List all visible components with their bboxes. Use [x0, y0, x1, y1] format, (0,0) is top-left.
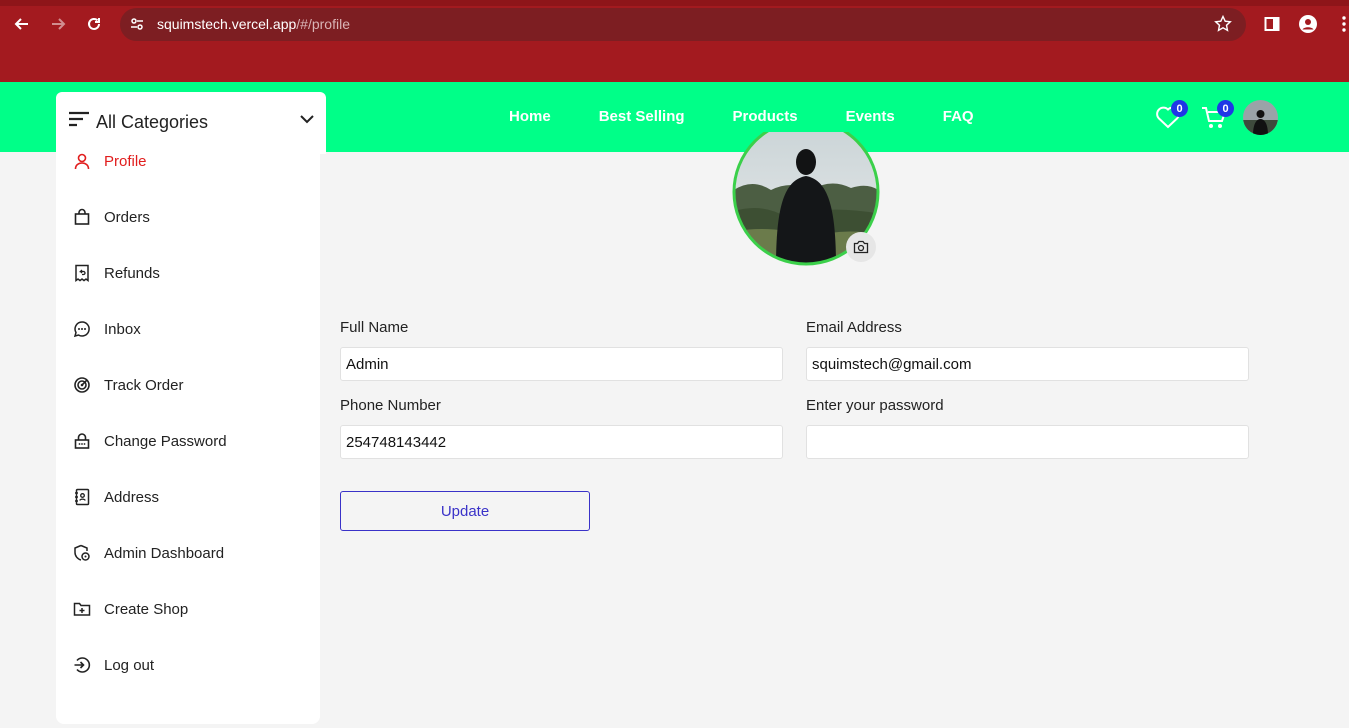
sidebar-item-label: Refunds	[104, 264, 160, 282]
sidebar-item-refunds[interactable]: Refunds	[72, 261, 160, 285]
chevron-down-icon	[298, 110, 316, 128]
wishlist-count-badge: 0	[1171, 100, 1188, 117]
sidebar-item-label: Admin Dashboard	[104, 544, 225, 562]
menu-lines-icon	[68, 110, 90, 130]
sidebar-item-orders[interactable]: Orders	[72, 205, 150, 229]
forward-icon[interactable]	[47, 13, 69, 35]
nav-home[interactable]: Home	[509, 108, 551, 125]
address-book-icon	[72, 487, 92, 507]
phone-input[interactable]	[340, 425, 783, 459]
admin-shield-icon	[72, 543, 92, 563]
url-text: squimstech.vercel.app/#/profile	[157, 16, 350, 32]
nav-faq[interactable]: FAQ	[943, 108, 974, 125]
site-settings-icon[interactable]	[128, 15, 146, 33]
lock-icon	[72, 431, 92, 451]
sidebar-item-label: Create Shop	[104, 600, 189, 618]
sidebar-item-track-order[interactable]: Track Order	[72, 373, 183, 397]
address-bar[interactable]: squimstech.vercel.app/#/profile	[120, 8, 1246, 41]
phone-label: Phone Number	[340, 397, 441, 414]
cart-count-badge: 0	[1217, 100, 1234, 117]
sidebar-item-label: Track Order	[104, 376, 184, 394]
change-photo-button[interactable]	[846, 232, 876, 262]
reload-icon[interactable]	[83, 13, 105, 35]
update-button[interactable]: Update	[340, 491, 590, 531]
browser-toolbar: squimstech.vercel.app/#/profile	[0, 0, 1349, 82]
password-input[interactable]	[806, 425, 1249, 459]
back-icon[interactable]	[11, 13, 33, 35]
url-host: squimstech.vercel.app	[157, 16, 297, 32]
user-avatar[interactable]	[1243, 100, 1278, 135]
sidebar-item-label: Inbox	[104, 320, 141, 338]
radar-icon	[72, 375, 92, 395]
main-nav: Home Best Selling Products Events FAQ	[509, 108, 1022, 125]
cart-button[interactable]: 0	[1200, 100, 1234, 132]
side-panel-icon[interactable]	[1261, 13, 1283, 35]
chat-bubble-icon	[72, 319, 92, 339]
person-icon	[72, 151, 92, 171]
sidebar-item-label: Profile	[104, 152, 147, 170]
site-header: All Categories Home Best Selling Product…	[0, 82, 1349, 154]
sidebar-item-create-shop[interactable]: Create Shop	[72, 597, 188, 621]
full-name-input[interactable]	[340, 347, 783, 381]
nav-best-selling[interactable]: Best Selling	[599, 108, 685, 125]
camera-icon	[853, 240, 869, 254]
sidebar-item-address[interactable]: Address	[72, 485, 159, 509]
folder-add-icon	[72, 599, 92, 619]
all-categories-dropdown[interactable]: All Categories	[56, 92, 326, 154]
more-menu-icon[interactable]	[1333, 13, 1349, 35]
url-path: /#/profile	[296, 16, 350, 32]
tab-strip	[0, 0, 1349, 6]
receipt-refund-icon	[72, 263, 92, 283]
full-name-label: Full Name	[340, 319, 409, 336]
sidebar-item-inbox[interactable]: Inbox	[72, 317, 141, 341]
sidebar-item-profile[interactable]: Profile	[72, 149, 147, 173]
nav-products[interactable]: Products	[733, 108, 798, 125]
shopping-bag-icon	[72, 207, 92, 227]
sidebar-item-label: Log out	[104, 656, 155, 674]
sidebar-item-admin-dashboard[interactable]: Admin Dashboard	[72, 541, 224, 565]
sidebar-item-label: Address	[104, 488, 160, 506]
sidebar-item-log-out[interactable]: Log out	[72, 653, 154, 677]
profile-sidebar: Profile Orders Refunds Inbox Track Order…	[56, 152, 320, 724]
sidebar-item-change-password[interactable]: Change Password	[72, 429, 227, 453]
wishlist-button[interactable]: 0	[1154, 100, 1188, 132]
nav-events[interactable]: Events	[846, 108, 895, 125]
password-label: Enter your password	[806, 397, 944, 414]
sidebar-item-label: Change Password	[104, 432, 227, 450]
categories-label: All Categories	[96, 112, 209, 132]
bookmark-star-icon[interactable]	[1214, 14, 1232, 33]
logout-icon	[72, 655, 92, 675]
email-input[interactable]	[806, 347, 1249, 381]
sidebar-item-label: Orders	[104, 208, 150, 226]
profile-icon[interactable]	[1297, 13, 1319, 35]
email-label: Email Address	[806, 319, 902, 336]
